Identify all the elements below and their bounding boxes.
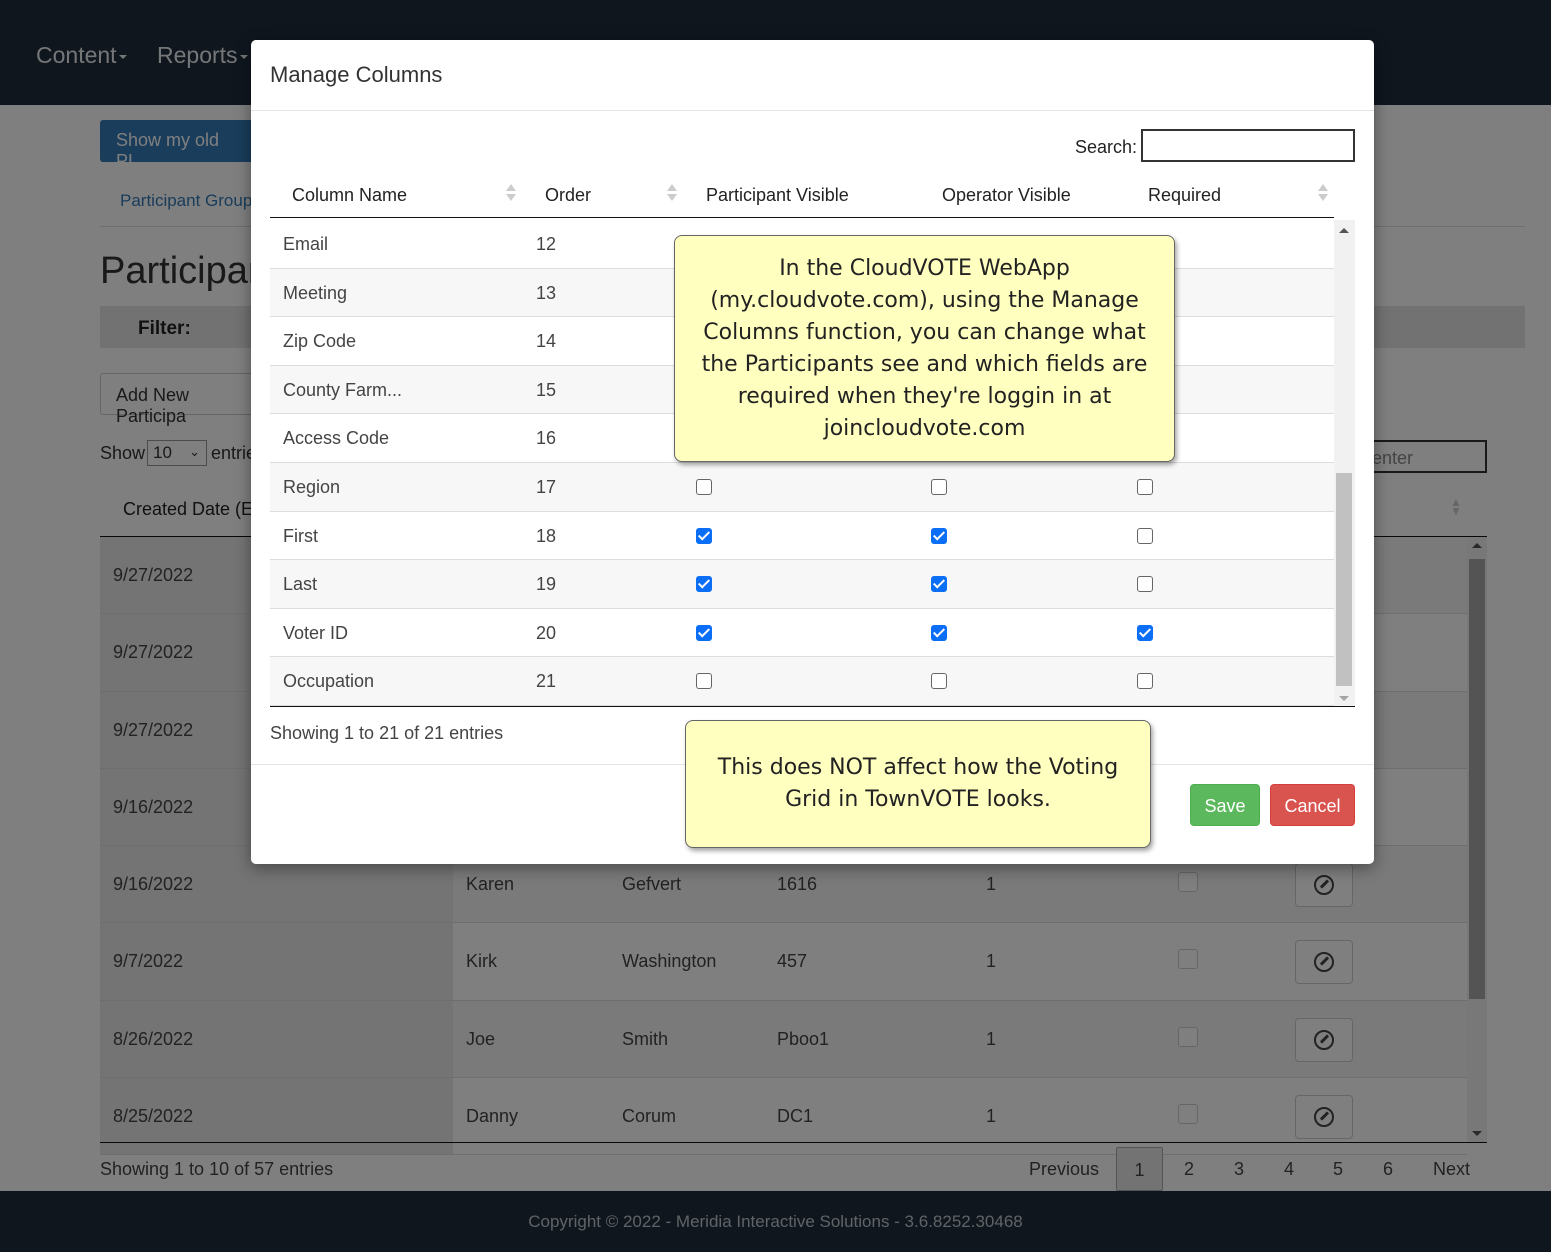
required-header[interactable]: Required — [1148, 185, 1221, 206]
order-cell: 16 — [536, 428, 557, 449]
order-cell: 18 — [536, 525, 557, 546]
annotation-callout-manage-columns: In the CloudVOTE WebApp (my.cloudvote.co… — [674, 235, 1175, 462]
sort-icon[interactable] — [667, 184, 677, 201]
callout-text: In the CloudVOTE WebApp (my.cloudvote.co… — [701, 255, 1148, 441]
order-cell: 12 — [536, 234, 557, 254]
modal-title: Manage Columns — [270, 62, 443, 87]
save-button[interactable]: Save — [1190, 784, 1260, 826]
column-name-cell: Zip Code — [283, 331, 357, 352]
operator-visible-checkbox[interactable] — [931, 478, 947, 495]
participant-visible-checkbox[interactable] — [696, 673, 712, 690]
search-label: Search: — [1075, 137, 1138, 157]
scroll-down-arrow-icon[interactable] — [1339, 696, 1349, 701]
scrollbar-thumb[interactable] — [1336, 473, 1352, 686]
columns-table-header: Column Name Order Participant Visible Op… — [270, 174, 1334, 218]
order-cell: 20 — [536, 622, 557, 643]
operator-visible-checkbox[interactable] — [931, 673, 947, 690]
column-name-cell: Occupation — [283, 671, 375, 692]
column-name-cell: Region — [283, 476, 341, 497]
column-name-cell: County Farm... — [283, 379, 403, 400]
column-name-header[interactable]: Column Name — [292, 185, 407, 206]
modal-header-divider — [251, 110, 1374, 111]
sort-icon[interactable] — [1318, 184, 1328, 201]
column-name-cell: First — [283, 525, 318, 546]
column-row: Last 19 — [270, 560, 1334, 609]
operator-visible-checkbox[interactable] — [931, 527, 947, 544]
required-checkbox[interactable] — [1137, 673, 1153, 690]
order-cell: 21 — [536, 671, 557, 692]
cancel-button[interactable]: Cancel — [1270, 784, 1355, 826]
annotation-callout-townvote: This does NOT affect how the Voting Grid… — [685, 720, 1151, 848]
participant-visible-checkbox[interactable] — [696, 478, 712, 495]
column-name-cell: Last — [283, 574, 318, 595]
column-row: First 18 — [270, 511, 1334, 561]
required-checkbox[interactable] — [1137, 478, 1153, 495]
participant-visible-checkbox[interactable] — [696, 624, 712, 641]
column-row: Region 17 — [270, 462, 1334, 512]
columns-scrollbar[interactable] — [1334, 220, 1355, 706]
column-name-cell: Email — [283, 234, 329, 254]
column-name-cell: Voter ID — [283, 622, 349, 643]
required-checkbox[interactable] — [1137, 624, 1153, 641]
column-search-input[interactable] — [1141, 129, 1355, 162]
order-cell: 15 — [536, 379, 557, 400]
order-cell: 19 — [536, 574, 557, 595]
operator-visible-header: Operator Visible — [942, 185, 1071, 205]
order-cell: 13 — [536, 282, 557, 303]
callout-text: This does NOT affect how the Voting Grid… — [717, 755, 1119, 812]
column-name-cell: Access Code — [283, 428, 390, 449]
operator-visible-checkbox[interactable] — [931, 576, 947, 593]
participant-visible-header: Participant Visible — [706, 185, 849, 205]
participant-visible-checkbox[interactable] — [696, 576, 712, 593]
column-name-cell: Meeting — [283, 282, 348, 303]
required-checkbox[interactable] — [1137, 576, 1153, 593]
operator-visible-checkbox[interactable] — [931, 624, 947, 641]
order-cell: 17 — [536, 476, 557, 497]
order-header[interactable]: Order — [545, 185, 591, 206]
required-checkbox[interactable] — [1137, 527, 1153, 544]
column-row: Voter ID 20 — [270, 608, 1334, 658]
participant-visible-checkbox[interactable] — [696, 527, 712, 544]
column-row: Occupation 21 — [270, 657, 1334, 706]
columns-showing-text: Showing 1 to 21 of 21 entries — [270, 723, 504, 743]
order-cell: 14 — [536, 331, 557, 352]
scroll-up-arrow-icon[interactable] — [1339, 228, 1349, 233]
sort-icon[interactable] — [506, 184, 516, 201]
